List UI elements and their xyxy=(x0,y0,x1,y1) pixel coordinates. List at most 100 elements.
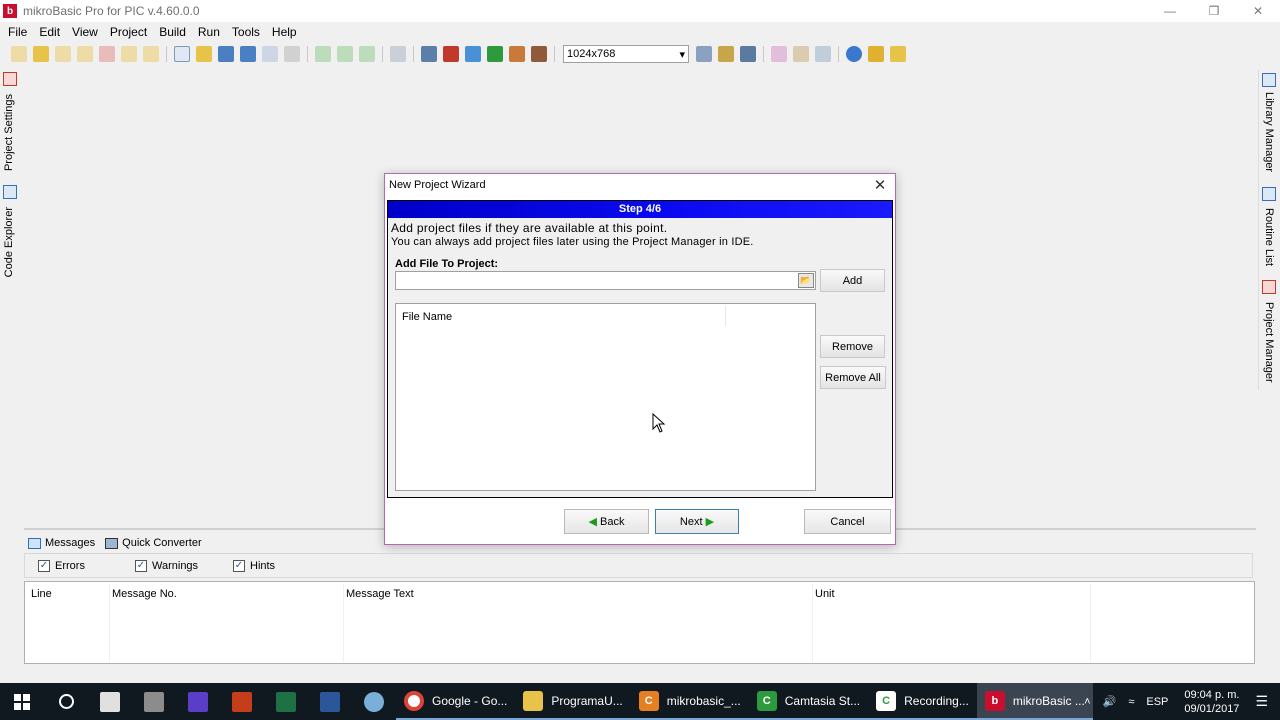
menu-view[interactable]: View xyxy=(66,25,104,39)
open-file-icon[interactable] xyxy=(196,46,212,62)
folder-icon[interactable] xyxy=(890,46,906,62)
task-mikrobasic-file[interactable]: C mikrobasic_... xyxy=(630,683,749,720)
dialog-close-button[interactable]: ✕ xyxy=(871,177,889,195)
language-indicator[interactable]: ESP xyxy=(1146,696,1168,708)
tab-project-manager[interactable]: Project Manager xyxy=(1263,302,1275,383)
tab-messages[interactable]: Messages xyxy=(28,537,95,549)
save-as-icon[interactable] xyxy=(262,46,278,62)
tab-project-settings[interactable]: Project Settings xyxy=(3,94,15,171)
taskbar-app-word[interactable] xyxy=(308,683,352,720)
taskbar-app-powerpoint[interactable] xyxy=(220,683,264,720)
start-button[interactable] xyxy=(0,683,44,720)
taskbar-app-visual[interactable] xyxy=(176,683,220,720)
taskbar-app-excel[interactable] xyxy=(264,683,308,720)
open-project-icon[interactable] xyxy=(33,46,49,62)
column-unit[interactable]: Unit xyxy=(815,588,835,600)
next-button[interactable]: Next ▶ xyxy=(655,509,739,534)
tab-code-explorer[interactable]: Code Explorer xyxy=(3,207,15,277)
clock-time: 09:04 p. m. xyxy=(1184,688,1240,701)
maximize-button[interactable]: ❐ xyxy=(1192,0,1236,22)
ascii-icon[interactable] xyxy=(465,46,481,62)
menu-help[interactable]: Help xyxy=(266,25,303,39)
mikrobasic-icon: b xyxy=(984,690,1005,711)
tools-icon[interactable] xyxy=(509,46,525,62)
arrow-icon[interactable] xyxy=(487,46,503,62)
programmer-icon[interactable] xyxy=(390,46,406,62)
save-icon[interactable] xyxy=(218,46,234,62)
edit-project-icon[interactable] xyxy=(77,46,93,62)
wifi-icon[interactable]: ≈ xyxy=(1128,696,1134,708)
bottom-tabs: Messages Quick Converter xyxy=(28,534,212,552)
taskbar-app-picture[interactable] xyxy=(132,683,176,720)
volume-icon[interactable]: 🔊 xyxy=(1103,695,1117,708)
window-icon[interactable] xyxy=(740,46,756,62)
menu-tools[interactable]: Tools xyxy=(226,25,266,39)
browse-folder-icon[interactable]: 📂 xyxy=(798,273,814,288)
taskbar-app-calculator[interactable] xyxy=(88,683,132,720)
cortana-button[interactable] xyxy=(44,683,88,720)
add-button[interactable]: Add xyxy=(820,269,885,292)
menu-file[interactable]: File xyxy=(2,25,33,39)
add-file-input[interactable]: 📂 xyxy=(395,271,816,290)
menu-edit[interactable]: Edit xyxy=(33,25,66,39)
taskbar-app-other[interactable] xyxy=(352,683,396,720)
project-option2-icon[interactable] xyxy=(143,46,159,62)
task-camtasia[interactable]: C Camtasia St... xyxy=(748,683,869,720)
column-message-no[interactable]: Message No. xyxy=(112,588,177,600)
save-project-icon[interactable] xyxy=(55,46,71,62)
cancel-button[interactable]: Cancel xyxy=(804,509,891,534)
new-project-icon[interactable] xyxy=(11,46,27,62)
message-filter-bar: ✓ Errors ✓ Warnings ✓ Hints xyxy=(24,553,1253,578)
key-icon[interactable] xyxy=(868,46,884,62)
layout-icon[interactable] xyxy=(718,46,734,62)
warnings-checkbox[interactable]: ✓ Warnings xyxy=(135,559,198,572)
project-files-list[interactable]: File Name xyxy=(395,303,816,491)
clock[interactable]: 09:04 p. m. 09/01/2017 xyxy=(1184,688,1239,716)
tool-icon[interactable] xyxy=(443,46,459,62)
right-panel-tabs: Library Manager Routine List Project Man… xyxy=(1258,70,1280,390)
remove-button[interactable]: Remove xyxy=(820,335,885,358)
build-icon[interactable] xyxy=(315,46,331,62)
view-icon[interactable] xyxy=(696,46,712,62)
resolution-value: 1024x768 xyxy=(567,48,616,60)
table-icon[interactable] xyxy=(815,46,831,62)
project-option-icon[interactable] xyxy=(121,46,137,62)
task-folder[interactable]: ProgramaU... xyxy=(515,683,631,720)
messages-table[interactable]: Line Message No. Message Text Unit xyxy=(24,581,1255,664)
remove-all-button[interactable]: Remove All xyxy=(820,366,886,389)
new-file-icon[interactable] xyxy=(174,46,190,62)
toolbar-separator xyxy=(382,46,383,62)
hints-checkbox[interactable]: ✓ Hints xyxy=(233,559,275,572)
notifications-icon[interactable]: ☰ xyxy=(1255,693,1268,710)
chevron-up-icon[interactable]: ˄ xyxy=(1084,696,1090,708)
column-file-name[interactable]: File Name xyxy=(402,311,452,323)
task-recording[interactable]: C Recording... xyxy=(868,683,977,720)
build-program-icon[interactable] xyxy=(359,46,375,62)
column-separator xyxy=(343,584,344,662)
column-message-text[interactable]: Message Text xyxy=(346,588,414,600)
menu-project[interactable]: Project xyxy=(104,25,153,39)
column-line[interactable]: Line xyxy=(31,588,52,600)
menu-build[interactable]: Build xyxy=(153,25,192,39)
tab-library-manager[interactable]: Library Manager xyxy=(1263,92,1275,172)
tab-routine-list[interactable]: Routine List xyxy=(1263,208,1275,266)
pen-icon[interactable] xyxy=(793,46,809,62)
save-all-icon[interactable] xyxy=(240,46,256,62)
errors-checkbox[interactable]: ✓ Errors xyxy=(38,559,85,572)
options-icon[interactable] xyxy=(531,46,547,62)
print-icon[interactable] xyxy=(284,46,300,62)
close-project-icon[interactable] xyxy=(99,46,115,62)
monitor-icon[interactable] xyxy=(421,46,437,62)
minimize-button[interactable]: — xyxy=(1148,0,1192,22)
menu-run[interactable]: Run xyxy=(192,25,226,39)
task-chrome[interactable]: Google - Go... xyxy=(396,683,516,720)
tab-quick-converter[interactable]: Quick Converter xyxy=(105,537,202,549)
close-button[interactable]: ✕ xyxy=(1236,0,1280,22)
italic-icon[interactable] xyxy=(771,46,787,62)
resolution-select[interactable]: 1024x768 ▾ xyxy=(563,45,689,63)
build-all-icon[interactable] xyxy=(337,46,353,62)
cancel-button-label: Cancel xyxy=(830,515,865,528)
back-button[interactable]: ◀ Back xyxy=(564,509,649,534)
task-mikrobasic[interactable]: b mikroBasic ... xyxy=(976,683,1093,720)
help-icon[interactable] xyxy=(846,46,862,62)
